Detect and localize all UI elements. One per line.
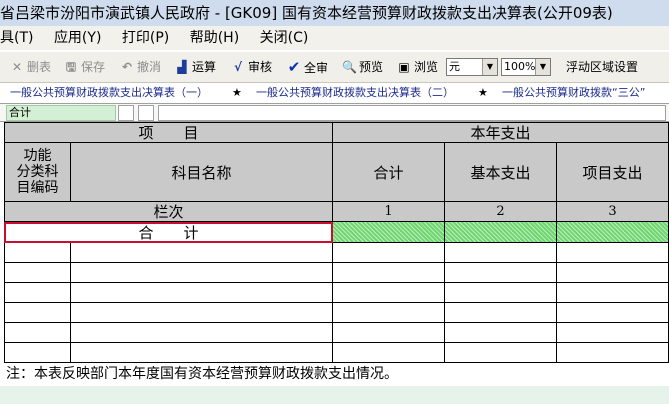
float-area-settings-button[interactable]: 浮动区域设置 [566, 58, 638, 76]
preview-label: 预览 [359, 60, 384, 74]
save-label: 保存 [81, 60, 106, 74]
table-cell-sum[interactable] [333, 343, 445, 363]
preview-icon: 🔍 [342, 60, 357, 74]
undo-icon: ↶ [121, 60, 133, 74]
cell-name-box[interactable]: 合计 [6, 105, 116, 121]
preview-button[interactable]: 🔍 预览 [342, 58, 383, 76]
undo-button[interactable]: ↶ 撤消 [120, 58, 161, 76]
table-cell-basic[interactable] [445, 343, 557, 363]
star-icon: ★ [478, 86, 488, 99]
formula-confirm-box[interactable] [138, 105, 154, 121]
table-cell-project[interactable] [557, 303, 669, 323]
formula-bar: 合计 [0, 104, 669, 122]
header-item: 项 目 [4, 122, 333, 143]
formula-input[interactable] [158, 105, 666, 121]
table-cell-name[interactable] [71, 323, 333, 343]
unit-value: 元 [449, 60, 460, 73]
table-cell-project[interactable] [557, 263, 669, 283]
header-subject-name: 科目名称 [71, 143, 333, 202]
table-cell-project[interactable] [557, 343, 669, 363]
table-cell-project[interactable] [557, 283, 669, 303]
calculate-button[interactable]: ▟ 运算 [175, 58, 216, 76]
browse-label: 浏览 [414, 60, 439, 74]
unit-select[interactable]: 元 ▼ [446, 58, 498, 76]
float-area-label: 浮动区域设置 [566, 60, 639, 74]
table-cell-name[interactable] [71, 343, 333, 363]
delete-table-button[interactable]: ✕ 删表 [10, 58, 51, 76]
header-current-year-expense: 本年支出 [333, 122, 669, 143]
table-cell-code[interactable] [4, 343, 71, 363]
undo-label: 撤消 [137, 60, 162, 74]
check-icon: √ [233, 60, 242, 74]
table-cell-basic[interactable] [445, 323, 557, 343]
audit-all-button[interactable]: ✔ 全审 [287, 58, 328, 76]
row-index-label: 栏次 [4, 202, 333, 222]
browse-icon: ▣ [398, 60, 410, 74]
menu-help[interactable]: 帮助(H) [190, 26, 239, 50]
table-cell-basic[interactable] [445, 263, 557, 283]
calculate-label: 运算 [192, 60, 217, 74]
table-cell-project[interactable] [557, 323, 669, 343]
audit-all-label: 全审 [304, 61, 329, 75]
index-2: 2 [445, 202, 557, 222]
menu-tools[interactable]: 具(T) [0, 26, 33, 50]
table-cell-project[interactable] [557, 243, 669, 263]
menu-apply[interactable]: 应用(Y) [54, 26, 101, 50]
audit-button[interactable]: √ 审核 [231, 58, 272, 76]
browse-button[interactable]: ▣ 浏览 [397, 58, 438, 76]
table-cell-basic[interactable] [445, 243, 557, 263]
menu-print[interactable]: 打印(P) [122, 26, 169, 50]
total-cell-project[interactable] [557, 222, 669, 243]
zoom-select[interactable]: 100% ▼ [501, 58, 551, 76]
table-cell-sum[interactable] [333, 303, 445, 323]
toolbar: ✕ 删表 🖫 保存 ↶ 撤消 ▟ 运算 √ 审核 ✔ 全审 🔍 预览 ▣ 浏览 元 ▼ 100%… [0, 51, 669, 83]
table-cell-code[interactable] [4, 243, 71, 263]
table-cell-basic[interactable] [445, 283, 557, 303]
sheet-tabs: 一般公共预算财政拨款支出决算表（一） ★ 一般公共预算财政拨款支出决算表（二） … [0, 83, 669, 104]
total-row-label-cell[interactable]: 合 计 [4, 222, 333, 243]
total-cell-sum[interactable] [333, 222, 445, 243]
zoom-value: 100% [504, 60, 536, 73]
table-cell-code[interactable] [4, 283, 71, 303]
menu-close[interactable]: 关闭(C) [260, 26, 309, 50]
report-grid: 项 目 本年支出 功能 分类科 目编码 科目名称 合计 基本支出 项目支出 栏次… [0, 122, 669, 404]
table-cell-code[interactable] [4, 303, 71, 323]
formula-cancel-box[interactable] [118, 105, 134, 121]
save-button[interactable]: 🖫 保存 [64, 58, 105, 76]
table-cell-sum[interactable] [333, 243, 445, 263]
tab-general-budget-1[interactable]: 一般公共预算财政拨款支出决算表（一） [10, 83, 208, 103]
delete-label: 删表 [27, 60, 52, 74]
table-cell-sum[interactable] [333, 323, 445, 343]
table-cell-code[interactable] [4, 323, 71, 343]
chevron-down-icon[interactable]: ▼ [482, 59, 497, 75]
table-note: 注：本表反映部门本年度国有资本经营预算财政拨款支出情况。 [6, 366, 398, 382]
star-icon: ★ [232, 86, 242, 99]
tab-general-budget-three-public[interactable]: 一般公共预算财政拨款“三公” [502, 83, 645, 103]
table-cell-sum[interactable] [333, 283, 445, 303]
checkmark-icon: ✔ [287, 58, 301, 76]
total-cell-basic[interactable] [445, 222, 557, 243]
index-1: 1 [333, 202, 445, 222]
audit-label: 审核 [248, 60, 273, 74]
table-cell-basic[interactable] [445, 303, 557, 323]
menu-bar: 具(T) 应用(Y) 打印(P) 帮助(H) 关闭(C) [0, 26, 669, 50]
bottom-strip [0, 386, 669, 404]
chevron-down-icon[interactable]: ▼ [535, 59, 550, 75]
table-cell-name[interactable] [71, 243, 333, 263]
calculate-icon: ▟ [177, 60, 187, 74]
header-project-expense: 项目支出 [557, 143, 669, 202]
header-basic-expense: 基本支出 [445, 143, 557, 202]
tab-general-budget-2[interactable]: 一般公共预算财政拨款支出决算表（二） [256, 83, 454, 103]
index-3: 3 [557, 202, 669, 222]
x-icon: ✕ [11, 60, 23, 74]
window-title: 省吕梁市汾阳市演武镇人民政府 - [GK09] 国有资本经营预算财政拨款支出决算… [0, 0, 669, 26]
save-icon: 🖫 [65, 60, 77, 74]
table-cell-code[interactable] [4, 263, 71, 283]
table-cell-name[interactable] [71, 263, 333, 283]
table-cell-sum[interactable] [333, 263, 445, 283]
table-cell-name[interactable] [71, 283, 333, 303]
header-total: 合计 [333, 143, 445, 202]
table-cell-name[interactable] [71, 303, 333, 323]
header-function-code: 功能 分类科 目编码 [4, 143, 71, 202]
